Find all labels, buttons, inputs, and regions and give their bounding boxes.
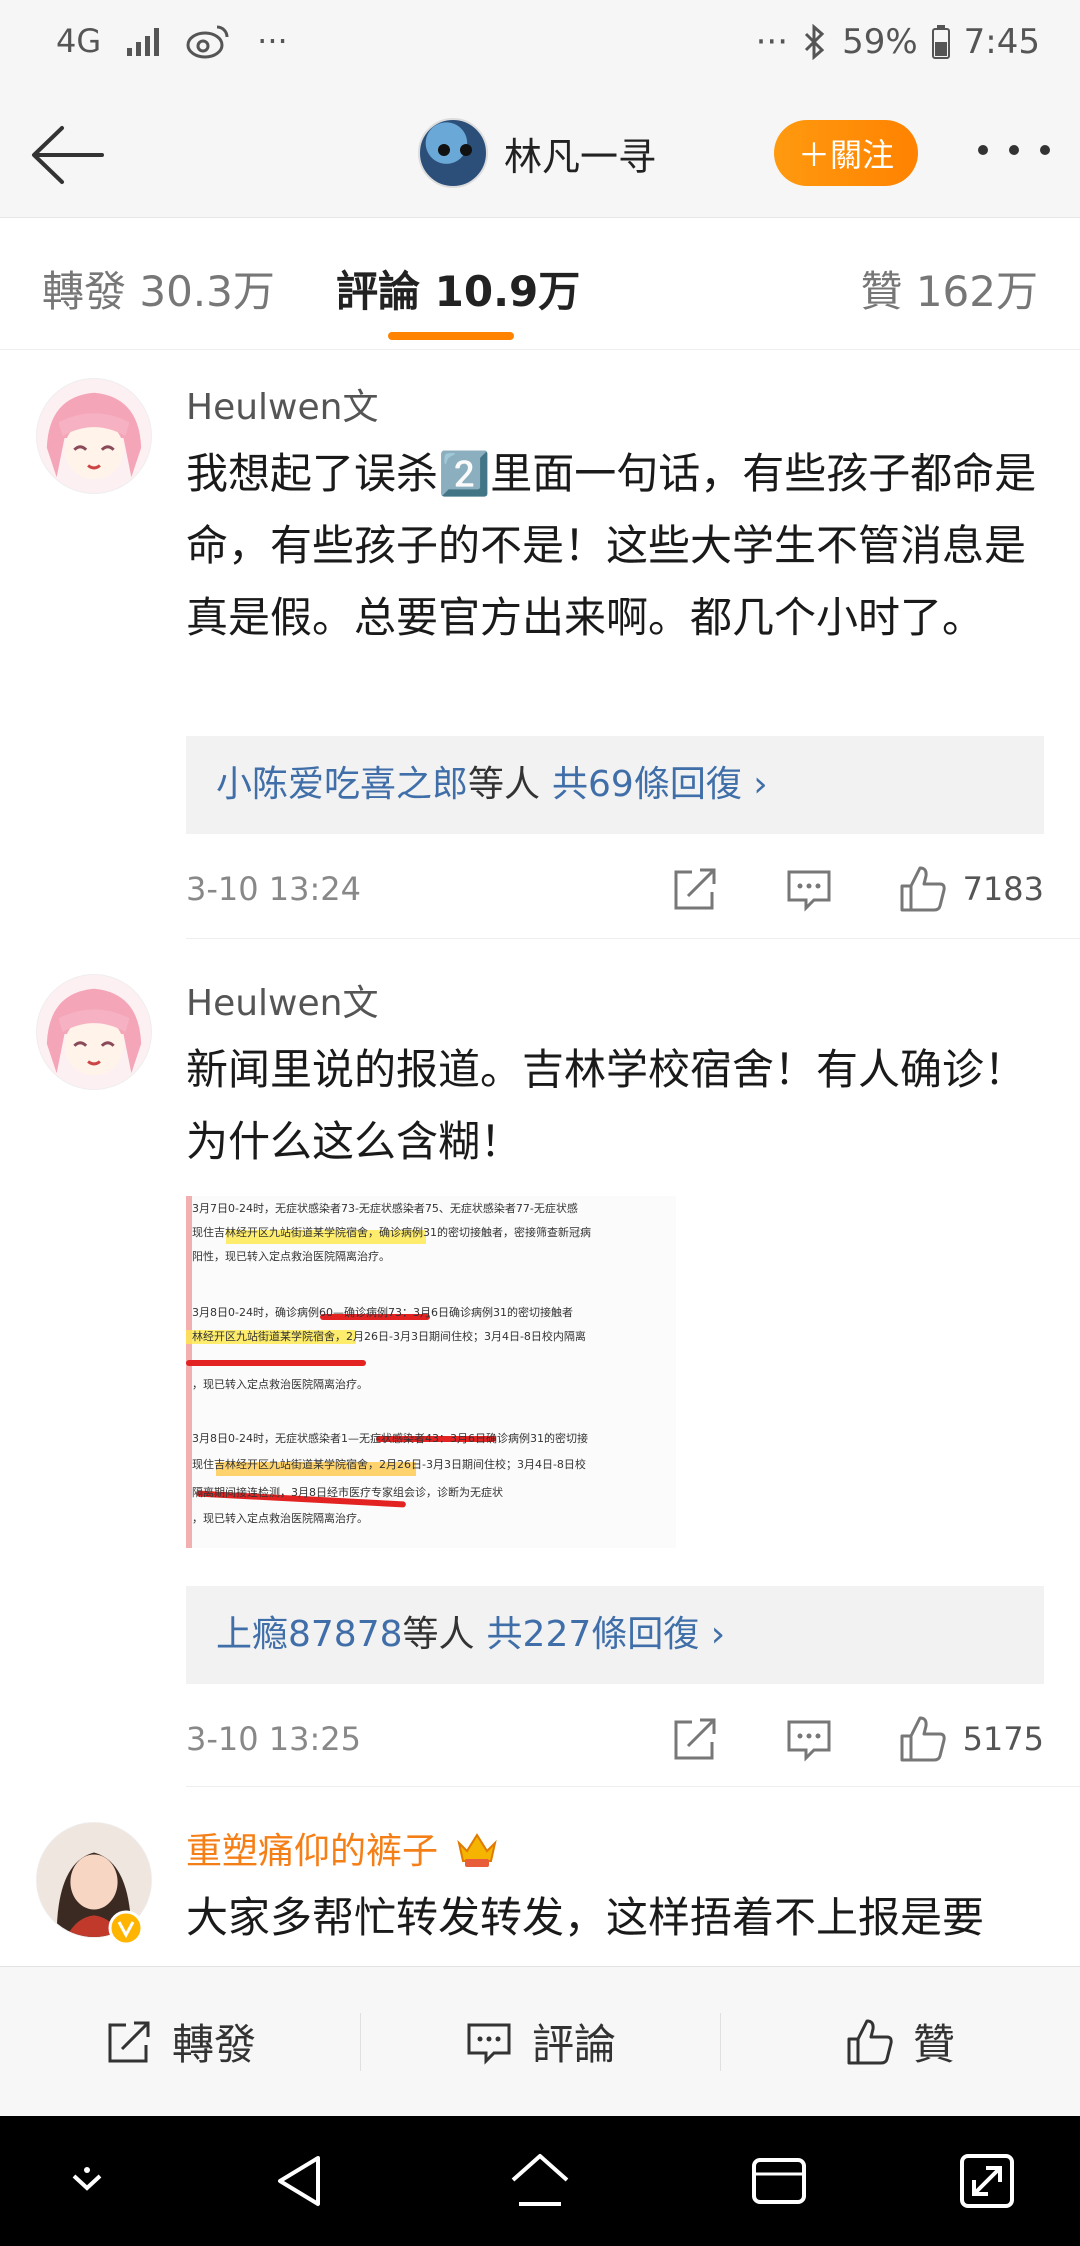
anime-avatar-icon (37, 379, 151, 493)
anime-avatar-icon (37, 975, 151, 1089)
chevron-down-icon[interactable] (52, 2146, 122, 2216)
news-line: 现住吉林经开区九站街道某学院宿舍，确诊病例31的密切接触者，密接筛查新冠病 (192, 1226, 591, 1239)
back-triangle-icon[interactable] (266, 2146, 336, 2216)
share-icon[interactable] (670, 864, 720, 914)
verified-badge-icon (108, 1910, 144, 1946)
comment-author[interactable]: Heulwen文 (186, 974, 378, 1026)
tab-comments[interactable]: 評論 10.9万 (336, 258, 580, 319)
signal-icon (127, 26, 160, 56)
recent-apps-icon[interactable] (744, 2146, 814, 2216)
battery-icon (931, 25, 950, 59)
reply-user-link[interactable]: 小陈爱吃喜之郎 (216, 764, 468, 805)
comment-item: 重塑痛仰的裤子 大家多帮忙转发转发，这样捂着不上报是要 (0, 1788, 1080, 1966)
clock: 7:45 (963, 22, 1040, 62)
share-icon[interactable] (670, 1714, 720, 1764)
like-icon[interactable] (898, 1714, 948, 1764)
back-arrow-icon (32, 126, 104, 184)
news-line: 现住吉林经开区九站街道某学院宿舍，2月26日-3月3日期间住校；3月4日-8日校 (192, 1458, 586, 1471)
comment-time: 3-10 13:24 (186, 870, 362, 908)
weibo-icon (186, 25, 229, 59)
engagement-tabs: 轉發 30.3万 評論 10.9万 贊 162万 (0, 218, 1080, 350)
status-bar: 4G ··· ··· 59% 7:45 (0, 0, 1080, 90)
news-line: ，现已转入定点救治医院隔离治疗。 (192, 1512, 368, 1525)
repost-button[interactable]: 轉發 (0, 1967, 360, 2116)
avatar[interactable] (418, 118, 488, 188)
news-line: 3月8日0-24时，确诊病例60—确诊病例73：3月6日确诊病例31的密切接触者 (192, 1306, 573, 1319)
comment-button[interactable]: 評論 (360, 1967, 720, 2116)
system-navigation-bar (0, 2116, 1080, 2246)
comment-time: 3-10 13:25 (186, 1720, 362, 1758)
comment-icon (467, 2023, 511, 2065)
follow-button[interactable]: ＋關注 (774, 120, 918, 186)
comment-icon[interactable] (784, 864, 834, 914)
like-icon (847, 2019, 893, 2064)
comment-text: 大家多帮忙转发转发，这样捂着不上报是要 (186, 1893, 985, 1942)
news-line: 阳性，现已转入定点救治医院隔离治疗。 (192, 1250, 390, 1263)
bluetooth-icon (805, 24, 825, 60)
reply-user-link[interactable]: 上瘾87878 (216, 1614, 403, 1655)
expand-icon[interactable] (952, 2146, 1022, 2216)
replies-summary[interactable]: 上瘾87878等人 共227條回復 › (186, 1586, 1044, 1684)
avatar[interactable] (36, 378, 152, 494)
network-type: 4G (56, 22, 102, 60)
comment-text: 我想起了误杀2️⃣里面一句话，有些孩子都命是命，有些孩子的不是！这些大学生不管消… (186, 449, 1037, 642)
news-line: 林经开区九站街道某学院宿舍，2月26日-3月3日期间住校；3月4日-8日校内隔离 (192, 1330, 586, 1343)
like-count: 5175 (962, 1720, 1044, 1758)
replies-count-link[interactable]: 共69條回復 › (552, 764, 768, 805)
comment-meta: 3-10 13:25 5175 (186, 1714, 1044, 1764)
like-button[interactable]: 贊 (720, 1967, 1080, 2116)
comment-item: Heulwen文 我想起了误杀2️⃣里面一句话，有些孩子都命是命，有些孩子的不是… (0, 350, 1080, 940)
news-line: 3月8日0-24时，无症状感染者1—无症状感染者43：3月6日确诊病例31的密切… (192, 1432, 588, 1445)
comment-text: 新闻里说的报道。吉林学校宿舍！有人确诊！为什么这么含糊！ (186, 1045, 1027, 1166)
replies-mid-text: 等人 (468, 764, 541, 805)
profile-name[interactable]: 林凡一寻 (504, 126, 656, 181)
tab-repost[interactable]: 轉發 30.3万 (42, 258, 275, 319)
comment-author[interactable]: 重塑痛仰的裤子 (186, 1822, 499, 1874)
battery-percent: 59% (842, 22, 918, 62)
replies-mid-text: 等人 (402, 1614, 475, 1655)
like-label: 贊 (912, 2020, 955, 2069)
top-header: 林凡一寻 ＋關注 (0, 90, 1080, 218)
replies-summary[interactable]: 小陈爱吃喜之郎等人 共69條回復 › (186, 736, 1044, 834)
comment-label: 評論 (531, 2020, 616, 2069)
home-icon[interactable] (505, 2146, 575, 2216)
comment-author[interactable]: Heulwen文 (186, 378, 378, 430)
repost-label: 轉發 (171, 2020, 256, 2069)
crown-badge-icon (457, 1833, 498, 1867)
news-line: 隔离期间接连检测，3月8日经市医疗专家组会诊，诊断为无症状 (192, 1486, 503, 1499)
more-options-button[interactable] (978, 130, 1050, 170)
share-icon (108, 2021, 150, 2062)
more-status: ··· (755, 22, 789, 62)
tab-likes[interactable]: 贊 162万 (860, 258, 1038, 319)
active-tab-indicator (388, 332, 514, 340)
back-button[interactable] (28, 120, 108, 190)
bottom-action-bar: 轉發 評論 贊 (0, 1966, 1080, 2116)
comment-author-name[interactable]: 重塑痛仰的裤子 (186, 1831, 438, 1872)
more-notifications: ··· (257, 22, 288, 60)
avatar[interactable] (36, 974, 152, 1090)
profile-header[interactable]: 林凡一寻 (418, 118, 656, 188)
comment-divider (186, 1786, 1080, 1787)
comment-meta: 3-10 13:24 7183 (186, 864, 1044, 914)
replies-count-link[interactable]: 共227條回復 › (487, 1614, 726, 1655)
news-screenshot-image[interactable]: 3月7日0-24时，无症状感染者73-无症状感染者75、无症状感染者77-无症状… (186, 1196, 676, 1548)
like-icon[interactable] (898, 864, 948, 914)
like-count: 7183 (962, 870, 1044, 908)
news-line: ，现已转入定点救治医院隔离治疗。 (192, 1378, 368, 1391)
comment-icon[interactable] (784, 1714, 834, 1764)
news-line: 3月7日0-24时，无症状感染者73-无症状感染者75、无症状感染者77-无症状… (192, 1202, 578, 1215)
comment-divider (186, 938, 1080, 939)
